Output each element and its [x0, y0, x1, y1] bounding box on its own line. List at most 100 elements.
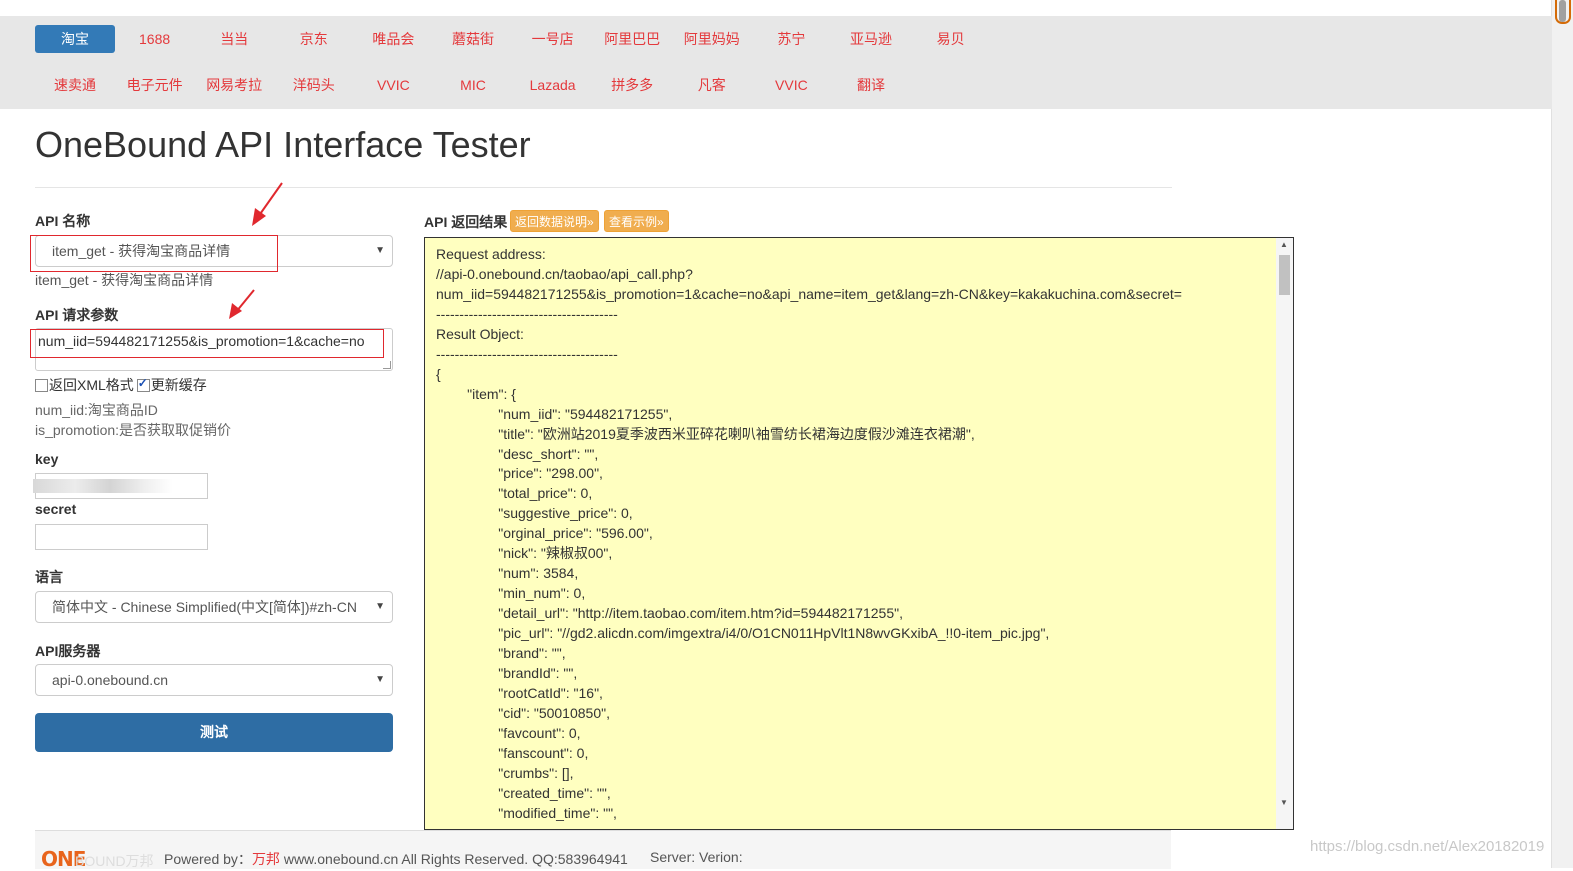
language-value: 简体中文 - Chinese Simplified(中文[简体])#zh-CN — [52, 599, 357, 615]
result-line: "min_num": 0, — [436, 585, 586, 602]
scroll-up-icon[interactable]: ▲ — [1280, 240, 1288, 249]
nav-item[interactable]: 唯品会 — [353, 25, 433, 53]
nav-item[interactable]: 1688 — [115, 25, 195, 53]
nav-item[interactable]: 蘑菇街 — [433, 25, 513, 53]
annotation-arrow-icon — [252, 182, 283, 226]
result-line: "favcount": 0, — [436, 724, 581, 741]
nav-item[interactable]: 速卖通 — [35, 71, 115, 99]
param-note-num-iid: num_iid:淘宝商品ID — [35, 402, 158, 418]
param-note-promotion: is_promotion:是否获取取促销价 — [35, 422, 232, 438]
server-label: API服务器 — [35, 643, 101, 659]
result-scrollbar-thumb[interactable] — [1279, 255, 1290, 295]
server-version: Server: Verion: — [650, 849, 743, 865]
view-example-button[interactable]: 查看示例» — [604, 210, 669, 232]
nav-item[interactable]: 苏宁 — [751, 25, 831, 53]
result-line: "detail_url": "http://item.taobao.com/it… — [436, 605, 903, 622]
annotation-arrow-icon — [229, 289, 255, 319]
xml-format-label: 返回XML格式 — [49, 377, 134, 393]
nav-item[interactable]: 亚马逊 — [831, 25, 911, 53]
result-scrollbar[interactable]: ▲ ▼ — [1276, 238, 1293, 829]
nav-item[interactable]: 凡客 — [672, 71, 752, 99]
language-label: 语言 — [35, 569, 63, 585]
api-name-helper: item_get - 获得淘宝商品详情 — [35, 272, 214, 288]
nav-item[interactable]: Lazada — [513, 71, 593, 99]
result-line: "brandId": "", — [436, 664, 578, 681]
result-line: "nick": "辣椒叔00", — [436, 545, 613, 562]
result-line: "cid": "50010850", — [436, 704, 610, 721]
page-title: OneBound API Interface Tester — [35, 124, 531, 165]
nav-item[interactable]: 翻译 — [831, 71, 911, 99]
result-line: "brand": "", — [436, 645, 566, 661]
site-nav: 淘宝 1688 当当 京东 唯品会 蘑菇街 一号店 阿里巴巴 阿里妈妈 苏宁 亚马逊 易贝速卖通 电子元… — [0, 16, 1552, 109]
brand-link[interactable]: 万邦 — [252, 851, 280, 867]
xml-format-checkbox[interactable] — [35, 378, 48, 392]
result-line: "num_iid": "594482171255", — [436, 405, 673, 422]
result-line: "item": { — [436, 385, 516, 402]
api-name-label: API 名称 — [35, 213, 91, 229]
result-line: { — [436, 365, 441, 382]
nav-item[interactable]: 洋码头 — [274, 71, 354, 99]
nav-item[interactable]: MIC — [433, 71, 513, 99]
nav-item[interactable]: 电子元件 — [115, 71, 195, 99]
nav-item[interactable]: 京东 — [274, 25, 354, 53]
nav-item[interactable]: 网易考拉 — [194, 71, 274, 99]
result-docs-button[interactable]: 返回数据说明» — [510, 210, 599, 232]
options-row: 返回XML格式 更新缓存 — [35, 375, 207, 395]
nav-item[interactable]: VVIC — [353, 71, 433, 99]
logo-faded-text: BOUND万邦 — [75, 853, 154, 869]
server-value: api-0.onebound.cn — [52, 672, 168, 688]
result-line: "fanscount": 0, — [436, 744, 589, 761]
chevron-down-icon: ▼ — [375, 601, 385, 612]
result-line: Request address: — [436, 246, 546, 262]
result-line: "total_price": 0, — [436, 485, 593, 502]
divider — [35, 187, 1172, 188]
secret-input[interactable] — [35, 524, 208, 550]
result-line: --------------------------------------- — [436, 345, 618, 362]
result-label: API 返回结果 — [424, 214, 508, 230]
nav-item[interactable]: VVIC — [751, 71, 831, 99]
resize-handle[interactable] — [383, 361, 391, 369]
language-select[interactable]: 简体中文 - Chinese Simplified(中文[简体])#zh-CN … — [35, 591, 393, 623]
chevron-down-icon: ▼ — [375, 674, 385, 685]
scrollbar-thumb[interactable] — [1559, 0, 1566, 22]
result-line: "orginal_price": "596.00", — [436, 525, 653, 542]
highlight-box-api-name — [30, 235, 278, 272]
refresh-cache-checkbox[interactable] — [136, 376, 150, 392]
chevron-down-icon: ▼ — [375, 245, 385, 256]
nav-item[interactable]: 阿里巴巴 — [592, 25, 672, 53]
result-line: "suggestive_price": 0, — [436, 505, 633, 522]
result-line: "price": "298.00", — [436, 465, 603, 482]
redacted-key — [33, 479, 173, 493]
highlight-box-params — [30, 329, 384, 358]
result-line: "created_time": "", — [436, 784, 611, 801]
test-button[interactable]: 测试 — [35, 713, 393, 752]
result-line: --------------------------------------- — [436, 305, 618, 322]
result-line: "crumbs": [], — [436, 764, 574, 781]
nav-item[interactable]: 淘宝 — [35, 25, 115, 53]
result-line: "desc_short": "", — [436, 445, 599, 462]
result-line: "title": "欧洲站2019夏季波西米亚碎花喇叭袖雪纺长裙海边度假沙滩连衣… — [436, 425, 975, 442]
key-input[interactable] — [33, 473, 208, 499]
result-line: num_iid=594482171255&is_promotion=1&cach… — [436, 285, 1182, 302]
watermark: https://blog.csdn.net/Alex20182019 — [1310, 838, 1545, 855]
key-label: key — [35, 451, 59, 467]
footer: ONE BOUND万邦 Powered by：万邦 www.onebound.c… — [35, 830, 1171, 871]
top-strip — [0, 0, 1552, 16]
result-line: //api-0.onebound.cn/taobao/api_call.php? — [436, 265, 693, 282]
result-line: Result Object: — [436, 325, 524, 342]
page-scrollbar[interactable] — [1551, 0, 1573, 868]
result-line: "modified_time": "", — [436, 804, 617, 821]
server-select[interactable]: api-0.onebound.cn ▼ — [35, 664, 393, 696]
nav-item[interactable]: 当当 — [194, 25, 274, 53]
result-line: "num": 3584, — [436, 565, 579, 582]
nav-item[interactable]: 阿里妈妈 — [672, 25, 752, 53]
footer-rights: www.onebound.cn All Rights Reserved. QQ:… — [279, 851, 628, 867]
params-label: API 请求参数 — [35, 307, 119, 323]
nav-item[interactable]: 一号店 — [513, 25, 593, 53]
nav-item[interactable]: 拼多多 — [592, 71, 672, 99]
scroll-down-icon[interactable]: ▼ — [1280, 798, 1288, 807]
nav-item[interactable]: 易贝 — [911, 25, 991, 53]
refresh-cache-label: 更新缓存 — [150, 377, 207, 393]
footer-text: Powered by：万邦 www.onebound.cn All Rights… — [164, 849, 628, 869]
result-output[interactable]: ▲ ▼ Request address: //api-0.onebound.cn/… — [424, 237, 1294, 830]
